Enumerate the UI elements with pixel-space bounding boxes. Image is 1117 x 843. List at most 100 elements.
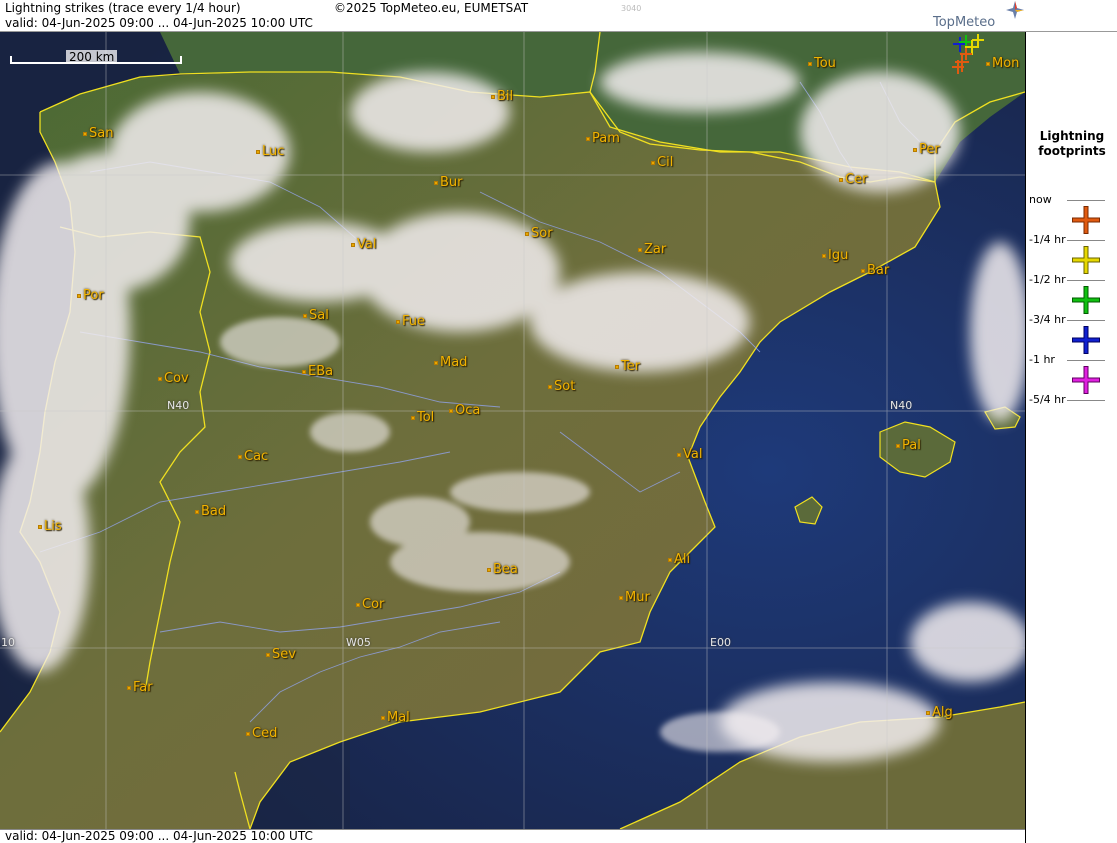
grid-label-e00: E00 (710, 636, 731, 649)
city-dot (677, 452, 681, 457)
city-label: Sor (531, 226, 553, 241)
city-marker[interactable]: Pam (586, 131, 620, 146)
topmeteo-logo[interactable]: TopMeteo (930, 1, 1025, 31)
city-marker[interactable]: Cor (356, 597, 384, 612)
city-label: Oca (455, 403, 481, 418)
map-title: Lightning strikes (trace every 1/4 hour) (5, 1, 241, 15)
city-marker[interactable]: Igu (822, 248, 848, 263)
city-marker[interactable]: Alg (926, 705, 953, 720)
city-dot (861, 268, 865, 273)
compass-star-icon (1006, 1, 1024, 19)
city-dot (77, 293, 81, 298)
city-marker[interactable]: Pal (896, 438, 921, 453)
city-marker[interactable]: Bea (487, 562, 518, 577)
city-dot (434, 360, 438, 365)
city-marker[interactable]: Cov (158, 371, 189, 386)
city-label: Alg (932, 705, 953, 720)
grid-label-w10: 10 (1, 636, 15, 649)
legend-divider (1067, 280, 1105, 281)
city-marker[interactable]: Por (77, 288, 104, 303)
city-dot (619, 595, 623, 600)
legend-row-label: -1/4 hr (1029, 233, 1066, 246)
city-marker[interactable]: Sal (303, 308, 329, 323)
legend-title-line2: footprints (1038, 144, 1106, 158)
legend-divider (1067, 400, 1105, 401)
city-marker[interactable]: Ali (668, 552, 690, 567)
legend-row: now (1026, 193, 1117, 234)
city-dot (396, 319, 400, 324)
city-dot (127, 685, 131, 690)
city-marker[interactable]: Oca (449, 403, 480, 418)
city-dot (302, 369, 306, 374)
city-dot (586, 136, 590, 141)
city-label: Val (357, 237, 377, 252)
city-marker[interactable]: Bad (195, 504, 226, 519)
logo-text: TopMeteo (933, 15, 996, 30)
city-dot (913, 147, 917, 152)
city-marker[interactable]: Ter (615, 359, 640, 374)
city-marker[interactable]: Bur (434, 175, 463, 190)
legend-divider (1067, 320, 1105, 321)
copyright-text: ©2025 TopMeteo.eu, EUMETSAT (334, 1, 529, 15)
city-marker[interactable]: Bil (491, 89, 513, 104)
city-label: Igu (828, 248, 849, 263)
city-marker[interactable]: Lis (38, 519, 62, 534)
city-dot (411, 415, 415, 420)
city-label: Pam (592, 131, 620, 146)
city-marker[interactable]: Per (913, 142, 940, 157)
city-dot (986, 61, 990, 66)
city-marker[interactable]: Mad (434, 355, 467, 370)
legend-row: -5/4 hr (1026, 393, 1117, 433)
city-label: Cov (164, 371, 189, 386)
city-label: Bur (440, 175, 463, 190)
city-marker[interactable]: Mon (986, 56, 1019, 71)
city-marker[interactable]: San (83, 126, 113, 141)
city-marker[interactable]: Cer (839, 172, 867, 187)
city-marker[interactable]: Bar (861, 263, 889, 278)
city-label: Per (919, 142, 940, 157)
city-label: Tol (417, 410, 435, 425)
city-marker[interactable]: Cac (238, 449, 268, 464)
city-dot (381, 715, 385, 720)
satellite-map[interactable]: 200 km N40 N40 10 W05 E00 Tou Mon Bil Sa… (0, 32, 1025, 829)
city-label: Bad (201, 504, 227, 519)
footer-bar: valid: 04-Jun-2025 09:00 ... 04-Jun-2025… (0, 829, 1025, 843)
city-marker[interactable]: Mur (619, 590, 650, 605)
lightning-cross-icon (1072, 286, 1100, 314)
city-marker[interactable]: Cil (651, 155, 673, 170)
city-marker[interactable]: Ced (246, 726, 277, 741)
city-marker[interactable]: Mal (381, 710, 410, 725)
legend-row-label: -1/2 hr (1029, 273, 1066, 286)
city-marker[interactable]: Tol (411, 410, 434, 425)
city-dot (266, 652, 270, 657)
legend-divider (1067, 200, 1105, 201)
legend-title-line1: Lightning (1039, 129, 1105, 143)
city-dot (303, 313, 307, 318)
product-code: 3040 (621, 4, 642, 13)
lightning-cross-icon (1072, 326, 1100, 354)
city-marker[interactable]: Fue (396, 314, 425, 329)
city-dot (615, 364, 619, 369)
city-label: Pal (902, 438, 921, 453)
city-label: Far (133, 680, 153, 695)
city-marker[interactable]: Sev (266, 647, 296, 662)
valid-time-footer: valid: 04-Jun-2025 09:00 ... 04-Jun-2025… (5, 829, 313, 843)
lightning-cross-icon (1072, 366, 1100, 394)
city-marker[interactable]: Val (677, 447, 702, 462)
city-label: San (89, 126, 114, 141)
city-dot (238, 454, 242, 459)
city-marker[interactable]: Sot (548, 379, 575, 394)
city-label: Mur (625, 590, 650, 605)
city-marker[interactable]: Luc (256, 144, 284, 159)
city-marker[interactable]: Zar (638, 242, 666, 257)
city-marker[interactable]: Far (127, 680, 153, 695)
city-marker[interactable]: EBa (302, 364, 333, 379)
city-marker[interactable]: Tou (808, 56, 836, 71)
city-marker[interactable]: Sor (525, 226, 553, 241)
city-dot (548, 384, 552, 389)
city-label: Cil (657, 155, 674, 170)
legend-divider (1067, 360, 1105, 361)
city-label: Val (683, 447, 703, 462)
city-marker[interactable]: Val (351, 237, 376, 252)
valid-time-header: valid: 04-Jun-2025 09:00 ... 04-Jun-2025… (5, 16, 313, 30)
